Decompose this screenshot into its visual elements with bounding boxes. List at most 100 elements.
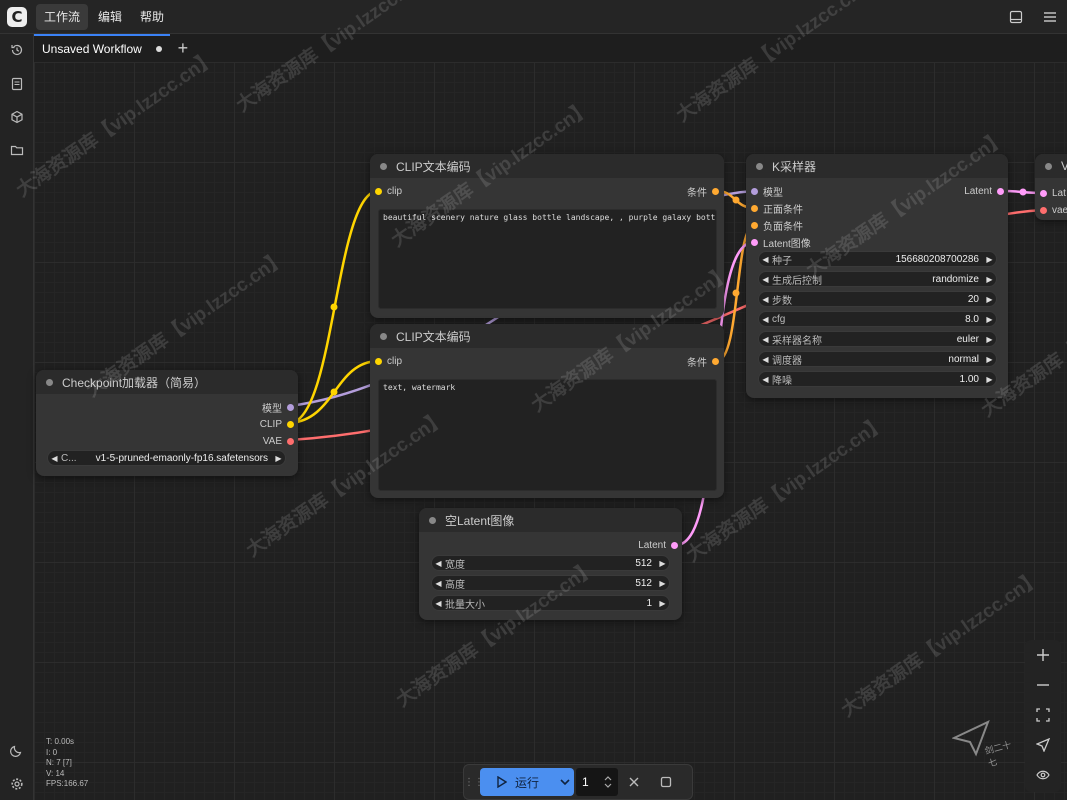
theme-toggle-button[interactable] [0, 734, 34, 766]
tab-unsaved-workflow[interactable]: Unsaved Workflow [34, 34, 170, 62]
arrow-left-icon[interactable]: ◀ [759, 255, 772, 264]
output-slot-latent[interactable]: Latent [638, 538, 678, 552]
output-slot-conditioning[interactable]: 条件 [687, 184, 719, 199]
tool-watermark-logo: 剑二十七 [952, 718, 1018, 769]
input-slot-vae[interactable]: vae [1040, 203, 1067, 217]
hamburger-menu-button[interactable] [1033, 0, 1067, 34]
drag-handle-icon[interactable]: ⋮⋮ [464, 777, 484, 788]
arrow-right-icon[interactable]: ▶ [983, 295, 996, 304]
output-slot-conditioning[interactable]: 条件 [687, 354, 719, 369]
arrow-right-icon[interactable]: ▶ [983, 315, 996, 324]
menu-edit[interactable]: 编辑 [90, 4, 130, 30]
scheduler-widget[interactable]: ◀ 调度器 normal ▶ [758, 351, 997, 367]
collapse-dot-icon[interactable] [1045, 162, 1052, 170]
input-slot-clip[interactable]: clip [375, 184, 402, 198]
run-button[interactable]: 运行 [480, 768, 556, 796]
output-slot-vae[interactable]: VAE [263, 434, 294, 448]
widget-label: 调度器 [772, 355, 802, 367]
batch-count-input[interactable]: 1 [576, 768, 618, 796]
arrow-right-icon[interactable]: ▶ [983, 335, 996, 344]
arrow-right-icon[interactable]: ▶ [656, 599, 669, 608]
fit-view-button[interactable] [1025, 700, 1061, 730]
settings-button[interactable] [0, 768, 34, 800]
plus-icon: + [177, 37, 189, 58]
arrow-left-icon[interactable]: ◀ [759, 355, 772, 364]
arrow-left-icon[interactable]: ◀ [432, 559, 445, 568]
sidebar-node-library[interactable] [0, 68, 34, 100]
arrow-right-icon[interactable]: ▶ [272, 454, 285, 463]
ckpt-name-combo[interactable]: ◀ C... v1-5-pruned-emaonly-fp16.safetens… [47, 450, 286, 466]
zoom-out-button[interactable] [1025, 670, 1061, 700]
output-slot-latent[interactable]: Latent [964, 184, 1004, 198]
zoom-in-button[interactable] [1025, 640, 1061, 670]
steps-widget[interactable]: ◀ 步数 20 ▶ [758, 291, 997, 307]
prompt-textarea[interactable]: beautiful scenery nature glass bottle la… [378, 209, 717, 309]
arrow-left-icon[interactable]: ◀ [759, 375, 772, 384]
arrow-left-icon[interactable]: ◀ [759, 295, 772, 304]
arrow-right-icon[interactable]: ▶ [656, 559, 669, 568]
collapse-dot-icon[interactable] [429, 516, 436, 524]
node-clip-text-encode-positive[interactable]: CLIP文本编码 clip 条件 beautiful scenery natur… [370, 154, 724, 318]
arrow-left-icon[interactable]: ◀ [48, 454, 61, 463]
node-title-bar[interactable]: 空Latent图像 [419, 508, 682, 532]
arrow-left-icon[interactable]: ◀ [759, 275, 772, 284]
input-slot-clip[interactable]: clip [375, 354, 402, 368]
node-checkpoint-loader[interactable]: Checkpoint加载器（简易） 模型 CLIP VAE ◀ C... v1-… [36, 370, 298, 476]
input-slot-latent[interactable]: Lat [1040, 186, 1066, 200]
node-clip-text-encode-negative[interactable]: CLIP文本编码 clip 条件 text, watermark [370, 324, 724, 498]
batch-count-value: 1 [582, 775, 589, 789]
new-tab-button[interactable]: + [170, 34, 196, 62]
run-mode-dropdown[interactable] [556, 768, 574, 796]
comfy-logo[interactable]: C [0, 0, 34, 34]
stepper-icon[interactable] [604, 775, 612, 789]
batch-size-widget[interactable]: ◀ 批量大小 1 ▶ [431, 595, 670, 611]
arrow-right-icon[interactable]: ▶ [983, 375, 996, 384]
node-vae-decode[interactable]: V Lat vae [1035, 154, 1067, 220]
control-after-generate-widget[interactable]: ◀ 生成后控制 randomize ▶ [758, 271, 997, 287]
toggle-bottom-panel-button[interactable] [999, 0, 1033, 34]
arrow-right-icon[interactable]: ▶ [983, 255, 996, 264]
output-slot-model[interactable]: 模型 [262, 400, 294, 415]
arrow-left-icon[interactable]: ◀ [759, 335, 772, 344]
height-widget[interactable]: ◀ 高度 512 ▶ [431, 575, 670, 591]
clear-queue-button[interactable] [650, 768, 682, 796]
denoise-widget[interactable]: ◀ 降噪 1.00 ▶ [758, 371, 997, 387]
collapse-dot-icon[interactable] [46, 378, 53, 386]
node-empty-latent-image[interactable]: 空Latent图像 Latent ◀ 宽度 512 ▶ ◀ 高度 512 ▶ ◀ 批量大小 1 ▶ [419, 508, 682, 620]
arrow-right-icon[interactable]: ▶ [983, 275, 996, 284]
sidebar-model-library[interactable] [0, 101, 34, 133]
input-slot-negative[interactable]: 负面条件 [751, 218, 803, 233]
node-title-bar[interactable]: CLIP文本编码 [370, 324, 724, 348]
collapse-dot-icon[interactable] [380, 162, 387, 170]
collapse-dot-icon[interactable] [756, 162, 763, 170]
canvas-mode-button[interactable] [1025, 730, 1061, 760]
collapse-dot-icon[interactable] [380, 332, 387, 340]
seed-widget[interactable]: ◀ 种子 156680208700286 ▶ [758, 251, 997, 267]
node-ksampler[interactable]: K采样器 模型 正面条件 负面条件 Latent图像 Latent ◀ 种子 156… [746, 154, 1008, 398]
arrow-left-icon[interactable]: ◀ [432, 599, 445, 608]
input-slot-model[interactable]: 模型 [751, 184, 783, 199]
width-widget[interactable]: ◀ 宽度 512 ▶ [431, 555, 670, 571]
cfg-widget[interactable]: ◀ cfg 8.0 ▶ [758, 311, 997, 327]
menu-workflow[interactable]: 工作流 [36, 3, 89, 30]
node-title-bar[interactable]: CLIP文本编码 [370, 154, 724, 178]
node-title-bar[interactable]: Checkpoint加载器（简易） [36, 370, 298, 394]
node-title-bar[interactable]: V [1035, 154, 1067, 178]
toggle-links-visibility-button[interactable] [1025, 760, 1061, 790]
sidebar-queue-history[interactable] [0, 34, 34, 66]
arrow-right-icon[interactable]: ▶ [983, 355, 996, 364]
output-slot-clip[interactable]: CLIP [260, 417, 294, 431]
node-title-bar[interactable]: K采样器 [746, 154, 1008, 178]
sidebar-workflows[interactable] [0, 134, 34, 166]
sampler-name-widget[interactable]: ◀ 采样器名称 euler ▶ [758, 331, 997, 347]
unsaved-dot-icon[interactable] [155, 46, 162, 52]
arrow-right-icon[interactable]: ▶ [656, 579, 669, 588]
arrow-left-icon[interactable]: ◀ [432, 579, 445, 588]
menu-help[interactable]: 帮助 [132, 4, 172, 30]
widget-value: 156680208700286 [895, 253, 979, 265]
prompt-textarea[interactable]: text, watermark [378, 379, 717, 491]
input-slot-positive[interactable]: 正面条件 [751, 201, 803, 216]
arrow-left-icon[interactable]: ◀ [759, 315, 772, 324]
cancel-run-button[interactable] [618, 768, 650, 796]
input-slot-latent-image[interactable]: Latent图像 [751, 235, 811, 250]
